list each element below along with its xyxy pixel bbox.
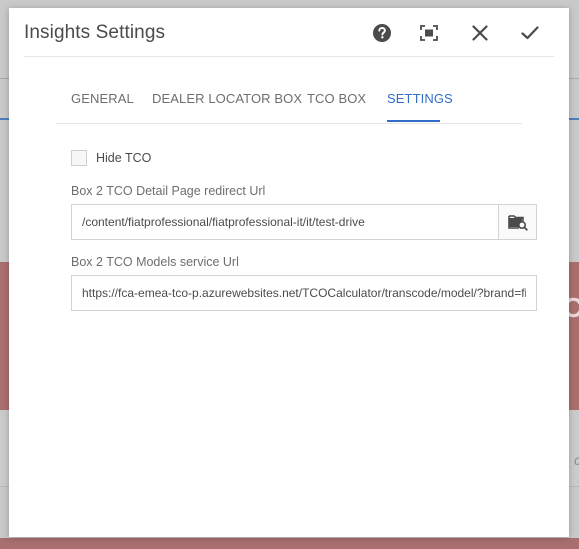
tab-general[interactable]: GENERAL: [71, 91, 134, 106]
models-service-url-label: Box 2 TCO Models service Url: [71, 255, 239, 269]
close-button[interactable]: [467, 20, 493, 46]
done-button[interactable]: [517, 20, 543, 46]
active-tab-indicator: [387, 120, 440, 122]
models-service-url-input[interactable]: [71, 275, 537, 311]
close-icon: [472, 25, 488, 41]
tab-bar: GENERAL DEALER LOCATOR BOX TCO BOX SETTI…: [56, 57, 522, 124]
background-footer-band: [0, 538, 579, 549]
fullscreen-icon: [420, 25, 438, 41]
tab-dealer-locator-box[interactable]: DEALER LOCATOR BOX: [152, 91, 302, 106]
background-strip-text: c: [574, 452, 579, 468]
checkmark-icon: [521, 26, 539, 40]
browse-path-button[interactable]: [498, 204, 537, 240]
hide-tco-row: Hide TCO: [71, 149, 151, 167]
tab-bar-divider: [56, 123, 522, 124]
settings-dialog: Insights Settings GENERAL DEALER LOCATOR…: [9, 8, 569, 537]
detail-page-url-label: Box 2 TCO Detail Page redirect Url: [71, 184, 266, 198]
help-button[interactable]: [369, 20, 395, 46]
folder-search-icon: [507, 215, 528, 231]
hide-tco-checkbox[interactable]: [71, 150, 87, 166]
dialog-title: Insights Settings: [24, 22, 166, 43]
hide-tco-label: Hide TCO: [96, 151, 152, 165]
detail-page-url-input[interactable]: [71, 204, 498, 240]
fullscreen-button[interactable]: [416, 20, 442, 46]
tab-tco-box[interactable]: TCO BOX: [307, 91, 366, 106]
help-icon: [373, 24, 391, 42]
dialog-header: Insights Settings: [9, 8, 569, 57]
tab-settings[interactable]: SETTINGS: [387, 91, 453, 106]
